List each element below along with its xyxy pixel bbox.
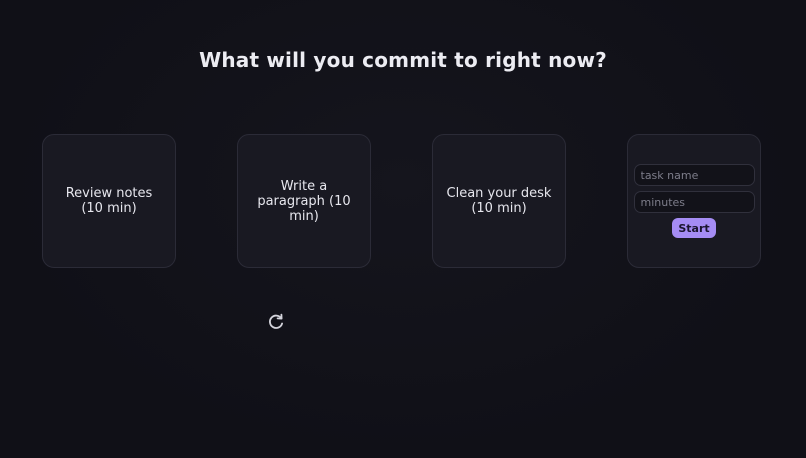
suggestion-card-clean-desk[interactable]: Clean your desk (10 min) (432, 134, 566, 268)
commit-screen: What will you commit to right now? Revie… (0, 0, 806, 458)
custom-task-card: Start (627, 134, 761, 268)
suggestion-card-review-notes[interactable]: Review notes (10 min) (42, 134, 176, 268)
page-title: What will you commit to right now? (199, 48, 607, 72)
suggestion-label: Write a paragraph (10 min) (257, 178, 351, 224)
suggestion-card-write-paragraph[interactable]: Write a paragraph (10 min) (237, 134, 371, 268)
minutes-input[interactable] (633, 191, 755, 213)
task-name-input[interactable] (633, 164, 755, 186)
suggestion-label: Clean your desk (10 min) (446, 186, 552, 216)
start-button[interactable]: Start (672, 218, 716, 238)
suggestion-label: Review notes (10 min) (65, 186, 153, 216)
refresh-icon[interactable] (266, 312, 286, 332)
